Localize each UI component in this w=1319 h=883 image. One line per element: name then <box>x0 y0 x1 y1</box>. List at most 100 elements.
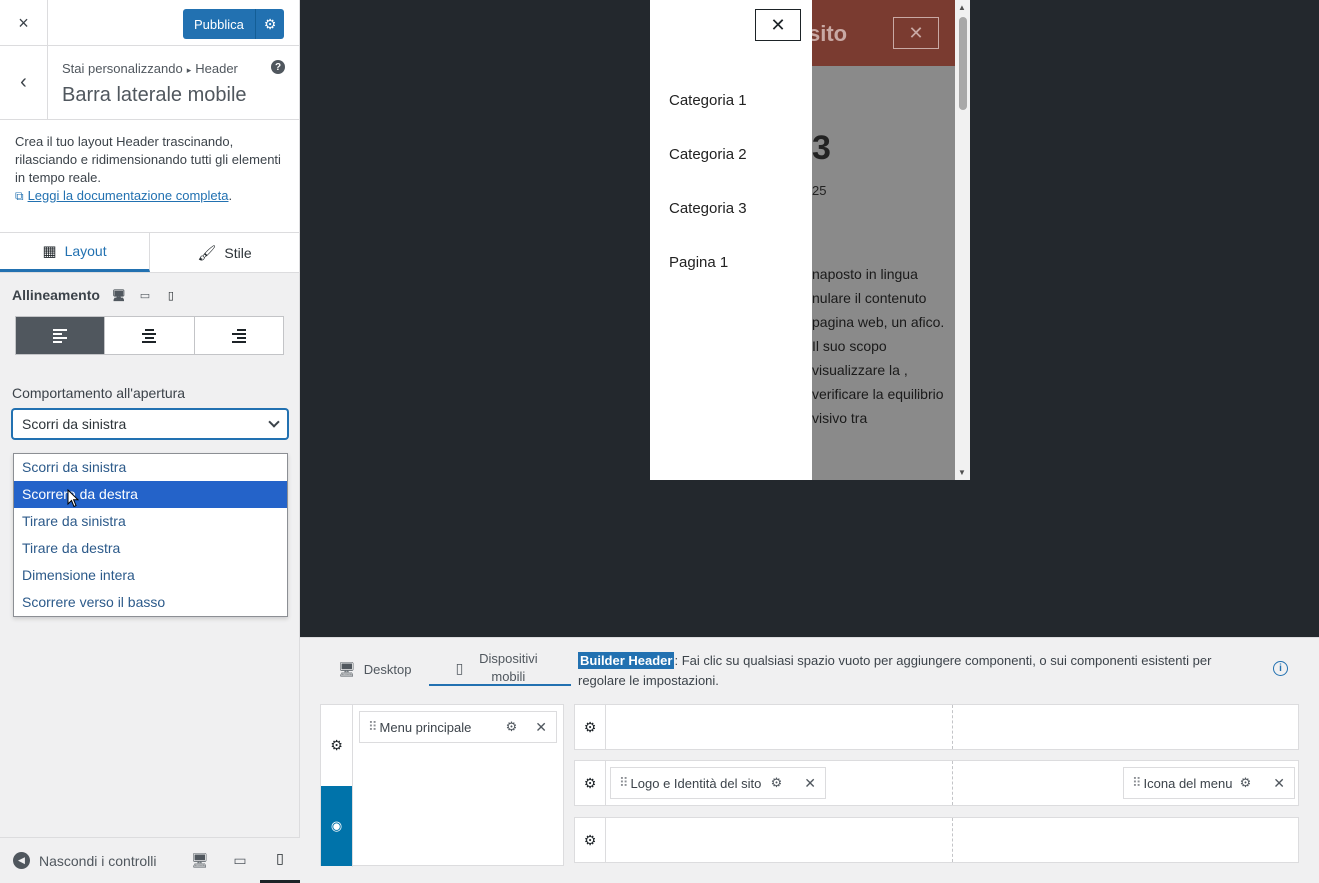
drawer-menu-item[interactable]: Categoria 3 <box>669 200 747 217</box>
footer-mobile-icon[interactable]: ▯ <box>259 838 301 883</box>
description-text: Crea il tuo layout Header trascinando, r… <box>15 134 281 185</box>
align-left-button[interactable] <box>16 317 106 354</box>
desktop-icon: 🖥 <box>338 660 356 677</box>
row-divider <box>952 818 953 862</box>
description-suffix: . <box>228 188 233 203</box>
align-center-icon <box>142 328 157 343</box>
footer-desktop-icon[interactable]: 🖥 <box>180 838 220 883</box>
tab-desktop-label: Desktop <box>363 661 412 677</box>
hide-controls-label: Nascondi i controlli <box>39 852 157 869</box>
section-header: ‹ Stai personalizzando ▸ Header Barra late… <box>0 46 299 120</box>
tablet-device-icon[interactable]: ▭ <box>138 289 152 302</box>
chip-remove-icon[interactable]: ✕ <box>535 719 547 736</box>
chip-label: Menu principale <box>379 719 472 735</box>
layout-icon: ▦ <box>42 243 57 260</box>
tab-desktop[interactable]: 🖥 Desktop <box>320 652 429 686</box>
section-description: Crea il tuo layout Header trascinando, r… <box>0 120 299 233</box>
alignment-label: Allineamento <box>12 287 100 303</box>
publish-button[interactable]: Pubblica ⚙ <box>183 9 284 39</box>
docs-link[interactable]: Leggi la documentazione completa <box>28 188 229 203</box>
back-button[interactable]: ‹ <box>0 46 48 119</box>
help-icon[interactable]: ? <box>271 60 285 74</box>
align-right-icon <box>231 328 246 343</box>
builder-device-tabs: 🖥 Desktop ▯ Dispositivi mobili <box>320 651 572 686</box>
offcanvas-settings-icon[interactable]: ⚙ <box>321 705 352 786</box>
mobile-device-icon[interactable]: ▯ <box>164 289 178 302</box>
open-behavior-selected: Scorri da sinistra <box>22 416 127 432</box>
drawer-menu-item[interactable]: Categoria 2 <box>669 146 747 163</box>
drag-handle-icon[interactable]: ⠿ <box>619 775 628 791</box>
option-slide-left[interactable]: Scorri da sinistra <box>14 454 287 481</box>
row-settings-icon[interactable]: ⚙ <box>575 818 606 862</box>
chip-label: Logo e Identità del sito <box>630 775 762 791</box>
alignment-control: Allineamento 🖥 ▭ ▯ <box>0 273 299 369</box>
builder-info: Builder Header: Fai clic su qualsiasi sp… <box>578 651 1262 691</box>
row-settings-icon[interactable]: ⚙ <box>575 761 606 805</box>
brush-icon: 🖌 <box>197 244 217 262</box>
builder-row-main[interactable]: ⚙ ⠿ Logo e Identità del sito ⚙ ✕ ⠿ Icona… <box>574 760 1299 806</box>
chip-settings-icon[interactable]: ⚙ <box>1240 775 1252 791</box>
drawer-menu-item[interactable]: Categoria 1 <box>669 92 747 109</box>
align-center-button[interactable] <box>105 317 195 354</box>
visibility-hidden-icon[interactable]: ◉ <box>321 786 352 866</box>
chip-label: Icona del menu <box>1143 775 1233 791</box>
breadcrumb-arrow-icon: ▸ <box>186 65 192 75</box>
collapse-icon: ◀ <box>13 852 30 869</box>
offcanvas-area: ⚙ ◉ ⠿ Menu principale ⚙ ✕ <box>320 704 564 867</box>
tab-style[interactable]: 🖌 Stile <box>150 233 299 272</box>
drawer-close-button[interactable]: ✕ <box>755 9 801 41</box>
header-builder: 🖥 Desktop ▯ Dispositivi mobili Builder H… <box>300 637 1319 883</box>
drawer-menu-item[interactable]: Pagina 1 <box>669 254 728 271</box>
chip-settings-icon[interactable]: ⚙ <box>506 719 518 735</box>
tab-mobile-label: Dispositivi mobili <box>479 651 538 684</box>
settings-tabs: ▦ Layout 🖌 Stile <box>0 233 299 273</box>
open-behavior-dropdown: Scorri da sinistra Scorrere da destra Ti… <box>13 453 288 617</box>
row-divider <box>952 761 953 805</box>
close-customizer-button[interactable]: × <box>0 0 48 46</box>
option-push-left[interactable]: Tirare da sinistra <box>14 508 287 535</box>
mobile-icon: ▯ <box>455 659 464 676</box>
header-close-icon: ✕ <box>893 17 939 49</box>
footer-tablet-icon[interactable]: ▭ <box>220 838 260 883</box>
breadcrumb-parent: Header <box>195 61 238 76</box>
info-icon[interactable]: i <box>1273 661 1288 676</box>
align-left-icon <box>53 328 68 343</box>
scroll-up-icon[interactable]: ▲ <box>958 3 966 12</box>
row-settings-icon[interactable]: ⚙ <box>575 705 606 749</box>
chip-remove-icon[interactable]: ✕ <box>1273 775 1285 792</box>
tab-mobile-devices[interactable]: ▯ Dispositivi mobili <box>429 651 572 686</box>
menu-icon-chip[interactable]: ⠿ Icona del menu ⚙ ✕ <box>1123 767 1295 799</box>
breadcrumb-prefix: Stai personalizzando <box>62 61 183 76</box>
alignment-segmented <box>15 316 284 355</box>
preview-scrollbar[interactable]: ▲ ▼ <box>955 0 970 480</box>
chevron-down-icon <box>268 416 280 428</box>
hide-controls-button[interactable]: ◀ Nascondi i controlli <box>0 852 180 869</box>
align-right-button[interactable] <box>195 317 283 354</box>
scroll-thumb[interactable] <box>959 17 967 110</box>
site-title: sito <box>808 21 848 46</box>
page-title: Barra laterale mobile <box>62 84 247 106</box>
external-link-icon: ⧉ <box>15 189 24 203</box>
drag-handle-icon[interactable]: ⠿ <box>1132 775 1141 791</box>
row-divider <box>952 705 953 749</box>
option-slide-down[interactable]: Scorrere verso il basso <box>14 589 287 616</box>
chip-settings-icon[interactable]: ⚙ <box>771 775 783 791</box>
publish-settings-icon[interactable]: ⚙ <box>255 9 284 39</box>
customizer-sidebar: × Pubblica ⚙ ‹ Stai personalizzando ▸ Head… <box>0 0 301 883</box>
builder-row-bottom[interactable]: ⚙ <box>574 817 1299 863</box>
open-behavior-control: Comportamento all'apertura Scorri da sin… <box>0 369 299 439</box>
chip-remove-icon[interactable]: ✕ <box>804 775 816 792</box>
logo-chip[interactable]: ⠿ Logo e Identità del sito ⚙ ✕ <box>610 767 826 799</box>
tab-layout[interactable]: ▦ Layout <box>0 233 150 272</box>
open-behavior-select[interactable]: Scorri da sinistra <box>12 409 288 439</box>
option-full-size[interactable]: Dimensione intera <box>14 562 287 589</box>
drag-handle-icon[interactable]: ⠿ <box>368 719 377 735</box>
option-slide-right[interactable]: Scorrere da destra <box>14 481 287 508</box>
menu-principale-chip[interactable]: ⠿ Menu principale ⚙ ✕ <box>359 711 557 743</box>
publish-label[interactable]: Pubblica <box>183 17 255 32</box>
scroll-down-icon[interactable]: ▼ <box>958 468 966 477</box>
open-behavior-label: Comportamento all'apertura <box>12 385 186 401</box>
desktop-device-icon[interactable]: 🖥 <box>112 289 126 302</box>
option-push-right[interactable]: Tirare da destra <box>14 535 287 562</box>
builder-row-top[interactable]: ⚙ <box>574 704 1299 750</box>
